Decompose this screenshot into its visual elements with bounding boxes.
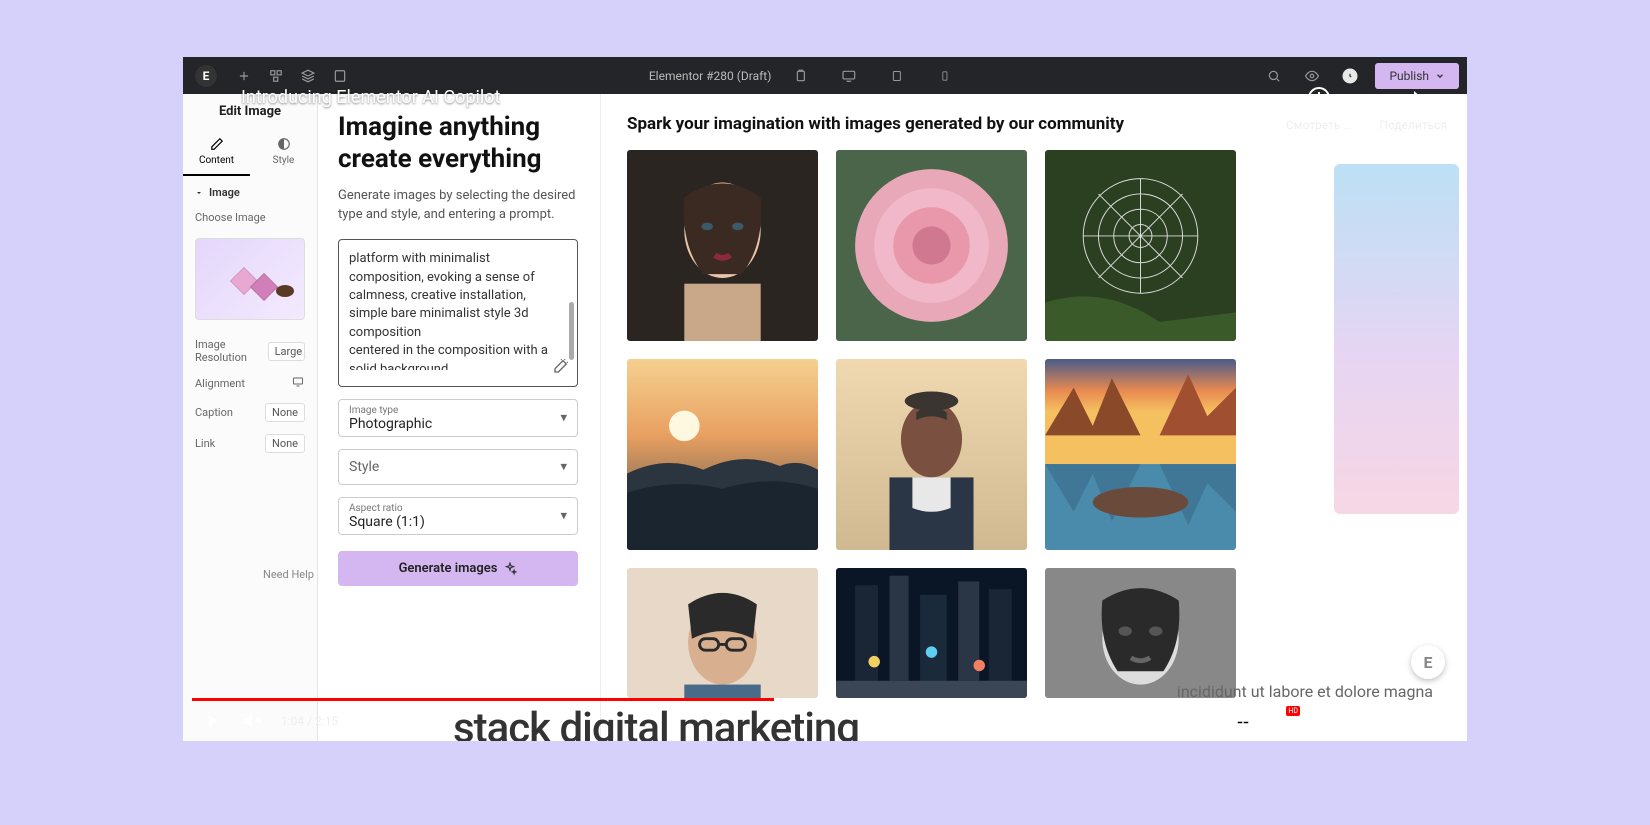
caption-label: Caption bbox=[195, 406, 233, 419]
time-display: 1:04 / 2:15 bbox=[281, 714, 338, 728]
gallery-heading: Spark your imagination with images gener… bbox=[627, 114, 1324, 134]
video-title: Introducing Elementor AI Copilot bbox=[241, 87, 500, 108]
gallery-item[interactable] bbox=[1045, 568, 1236, 698]
aspect-ratio-value: Square (1:1) bbox=[349, 514, 567, 530]
pencil-icon bbox=[210, 137, 224, 151]
caption-select[interactable]: None bbox=[265, 403, 305, 422]
alignment-label: Alignment bbox=[195, 377, 245, 390]
choose-image-label: Choose Image bbox=[195, 211, 266, 224]
gallery-item[interactable] bbox=[627, 359, 818, 550]
ai-title: Imagine anything create everything bbox=[338, 112, 578, 175]
image-type-select[interactable]: Image type Photographic ▾ bbox=[338, 399, 578, 437]
layers-icon[interactable] bbox=[295, 63, 321, 89]
chevron-down-icon: ▾ bbox=[560, 460, 567, 475]
share-button[interactable]: Поделиться bbox=[1379, 82, 1447, 132]
share-icon bbox=[1397, 82, 1429, 114]
elementor-floating-badge[interactable]: E bbox=[1411, 645, 1445, 679]
aspect-ratio-select[interactable]: Aspect ratio Square (1:1) ▾ bbox=[338, 497, 578, 535]
generate-images-label: Generate images bbox=[399, 561, 498, 576]
document-title: Elementor #280 (Draft) bbox=[649, 69, 772, 83]
video-frame: E Elementor #280 (Draft) bbox=[183, 57, 1467, 741]
section-toggle-image[interactable]: Image bbox=[183, 176, 317, 205]
fullscreen-button[interactable] bbox=[1427, 710, 1449, 732]
gallery-item[interactable] bbox=[627, 150, 818, 341]
prompt-input-wrap bbox=[338, 239, 578, 387]
chevron-down-icon: ▾ bbox=[560, 509, 567, 524]
player-controls: 1:04 / 2:15 HD YouTube bbox=[183, 701, 1467, 741]
magic-wand-icon[interactable] bbox=[553, 358, 569, 380]
aspect-ratio-label: Aspect ratio bbox=[349, 503, 567, 514]
gallery-item[interactable] bbox=[836, 150, 1027, 341]
publish-label: Publish bbox=[1389, 69, 1429, 83]
section-image-label: Image bbox=[209, 186, 240, 199]
subtitles-button[interactable] bbox=[1232, 710, 1254, 732]
tab-content[interactable]: Content bbox=[183, 131, 250, 176]
paste-icon[interactable] bbox=[787, 63, 813, 89]
link-label: Link bbox=[195, 437, 215, 450]
sparkle-icon bbox=[503, 562, 517, 576]
chevron-down-icon bbox=[1435, 71, 1445, 81]
add-icon[interactable] bbox=[231, 63, 257, 89]
structure-icon[interactable] bbox=[263, 63, 289, 89]
scrollbar-thumb[interactable] bbox=[569, 302, 574, 360]
gallery-item[interactable] bbox=[1045, 150, 1236, 341]
image-thumbnail[interactable] bbox=[195, 238, 305, 320]
lorem-text: incididunt ut labore et dolore magna bbox=[1177, 682, 1433, 701]
alignment-desktop-icon[interactable] bbox=[291, 376, 305, 391]
ai-generate-modal: Imagine anything create everything Gener… bbox=[318, 94, 1342, 741]
share-label: Поделиться bbox=[1379, 118, 1447, 132]
watch-later-button[interactable]: Смотреть … bbox=[1286, 82, 1352, 132]
page-preview-strip bbox=[1342, 94, 1467, 741]
desktop-icon[interactable] bbox=[835, 63, 861, 89]
youtube-logo-button[interactable]: YouTube bbox=[1312, 712, 1369, 730]
page-settings-icon[interactable] bbox=[327, 63, 353, 89]
tab-style[interactable]: Style bbox=[250, 131, 317, 176]
search-icon[interactable] bbox=[1261, 63, 1287, 89]
mute-button[interactable] bbox=[241, 710, 263, 732]
image-type-value: Photographic bbox=[349, 416, 567, 432]
cast-button[interactable] bbox=[1387, 710, 1409, 732]
watch-later-label: Смотреть … bbox=[1286, 118, 1352, 132]
tablet-icon[interactable] bbox=[883, 63, 909, 89]
image-type-label: Image type bbox=[349, 405, 567, 416]
play-button[interactable] bbox=[201, 710, 223, 732]
style-select[interactable]: Style ▾ bbox=[338, 449, 578, 485]
gallery-item[interactable] bbox=[836, 359, 1027, 550]
caret-down-icon bbox=[195, 189, 203, 197]
settings-button[interactable]: HD bbox=[1272, 710, 1294, 732]
contrast-icon bbox=[277, 137, 291, 151]
gallery-item[interactable] bbox=[627, 568, 818, 698]
gallery-item[interactable] bbox=[1045, 359, 1236, 550]
resolution-select[interactable]: Large bbox=[268, 342, 305, 361]
mobile-icon[interactable] bbox=[931, 63, 957, 89]
generate-images-button[interactable]: Generate images bbox=[338, 551, 578, 586]
gallery-item[interactable] bbox=[836, 568, 1027, 698]
need-help-label: Need Help bbox=[263, 568, 314, 581]
tab-style-label: Style bbox=[273, 155, 295, 166]
elementor-logo-icon[interactable]: E bbox=[195, 65, 217, 87]
tab-content-label: Content bbox=[199, 155, 234, 166]
chevron-down-icon: ▾ bbox=[560, 411, 567, 426]
style-label: Style bbox=[349, 459, 379, 475]
ai-subtitle: Generate images by selecting the desired… bbox=[338, 187, 578, 225]
prompt-textarea[interactable] bbox=[349, 250, 563, 370]
clock-icon bbox=[1303, 82, 1335, 114]
community-gallery bbox=[627, 150, 1324, 698]
link-select[interactable]: None bbox=[265, 434, 305, 453]
resolution-label: Image Resolution bbox=[195, 338, 268, 364]
editor-sidebar: Edit Image Content Style Image Choose Im… bbox=[183, 94, 318, 741]
